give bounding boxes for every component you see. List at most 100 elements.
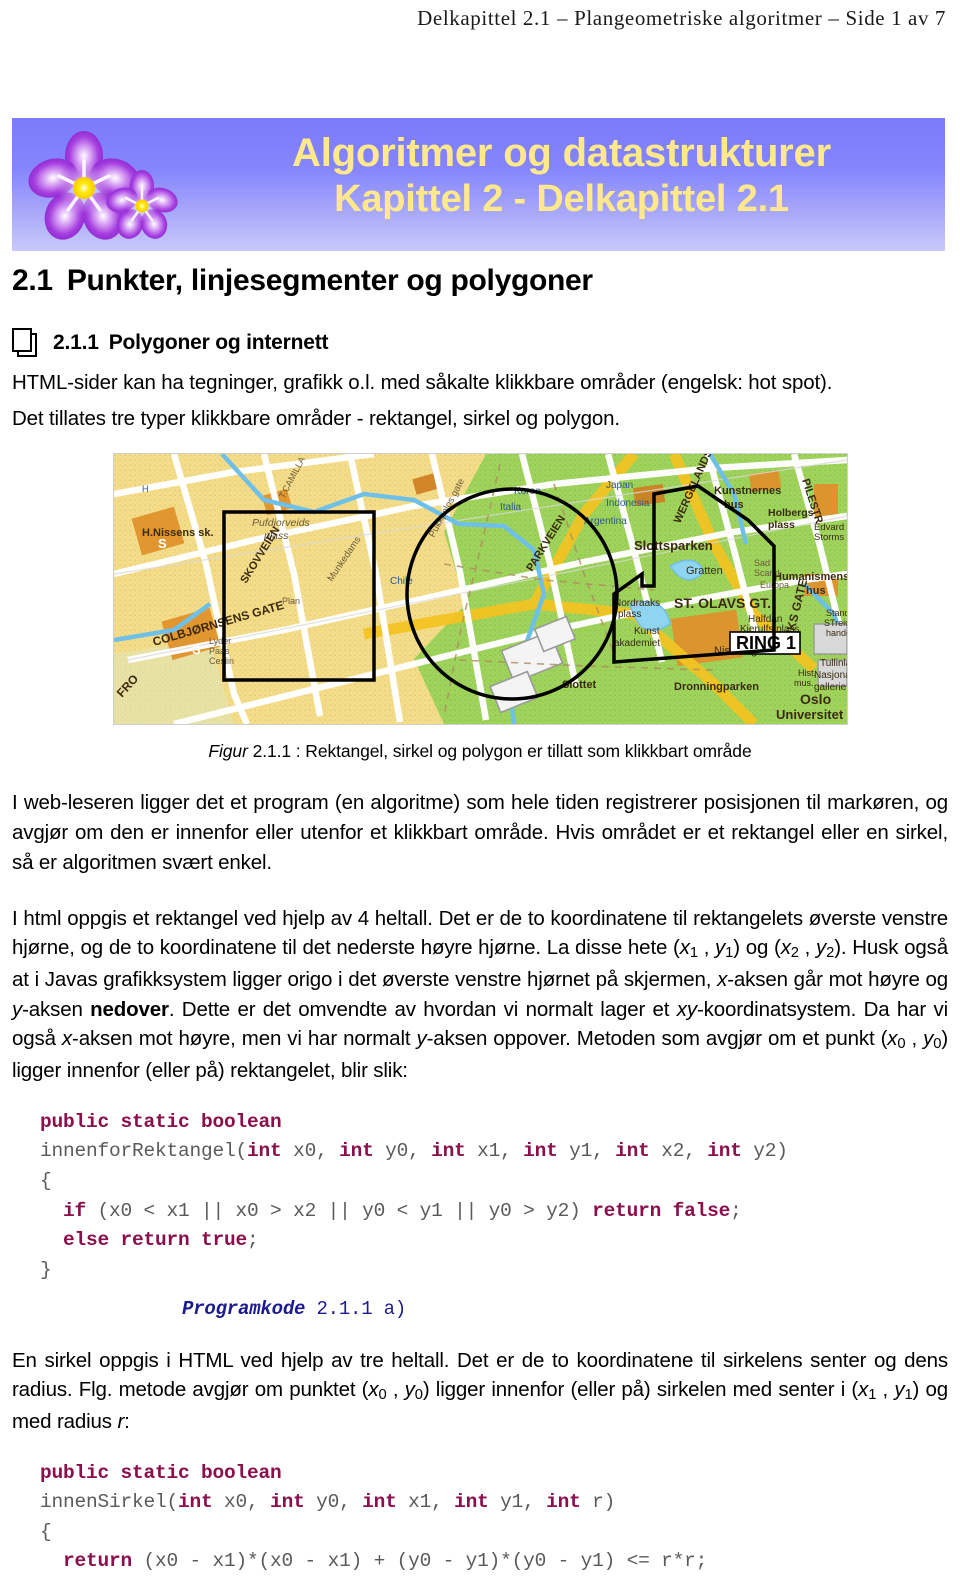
var-x1-sub: 1 (689, 945, 698, 962)
map-image: H.Nissens sk. Pufdjorveids plass T.CAMIL… (112, 453, 848, 726)
section-number: 2.1 (12, 264, 53, 297)
intro-line-2: Det tillates tre typer klikkbare områder… (12, 406, 620, 430)
svg-text:Indonesia: Indonesia (606, 498, 650, 509)
svg-text:Holbergs: Holbergs (768, 507, 814, 519)
section-heading: 2.1 Punkter, linjesegmenter og polygoner (12, 264, 948, 298)
var-y-axis-2: y (416, 1027, 427, 1051)
p3-part-b: ) ligger innenfor (eller på) sirkelen me… (422, 1378, 859, 1402)
code-caption-1: Programkode 2.1.1 a) (182, 1298, 948, 1320)
svg-text:Ceslin: Ceslin (209, 656, 234, 666)
p2-part-e: -aksen går mot høyre og (727, 967, 948, 991)
var-y0-sub-2: 0 (414, 1387, 423, 1404)
var-x-axis-2: x (61, 1027, 73, 1051)
flowers-icon (28, 131, 178, 240)
svg-text:Lyder: Lyder (209, 636, 231, 646)
figure-caption: Figur 2.1.1 : Rektangel, sirkel og polyg… (12, 741, 948, 762)
running-head: Delkapittel 2.1– Plangeometriske algoritm… (0, 0, 960, 31)
running-head-chapter: Delkapittel 2.1 (417, 6, 551, 30)
p2-sep-1: , (697, 936, 716, 960)
svg-text:H: H (142, 484, 149, 494)
p3-part-d: : (124, 1409, 130, 1433)
p2-part-g: . Dette er det omvendte av hvordan vi no… (168, 997, 677, 1021)
p2-part-i: -aksen mot høyre, men vi har normalt (72, 1027, 417, 1051)
subsection-number: 2.1.1 (53, 331, 99, 354)
var-x1: x (679, 936, 690, 960)
stacked-pages-icon (12, 328, 39, 358)
running-head-separator-2: – (828, 6, 840, 30)
svg-text:Paas: Paas (209, 646, 230, 656)
p2-part-j: -aksen oppover. Metoden som avgjør om et… (426, 1027, 888, 1051)
svg-text:Storms gt.: Storms gt. (814, 532, 847, 543)
var-x1-2: x (858, 1378, 869, 1402)
svg-text:Nasjona: Nasjona (814, 670, 847, 681)
code-caption-number-1: 2.1.1 a) (316, 1297, 407, 1320)
svg-text:Slottsparken: Slottsparken (634, 538, 713, 553)
paragraph-2: I html oppgis et rektangel ved hjelp av … (12, 904, 948, 1086)
banner-title-line-2: Kapittel 2 - Delkapittel 2.1 (334, 178, 789, 221)
svg-text:hande: hande (826, 628, 847, 638)
p2-sep-2: , (798, 936, 817, 960)
var-x2: x (780, 936, 791, 960)
p2-sep-3: , (905, 1027, 924, 1051)
svg-text:Italia: Italia (500, 502, 522, 513)
section-title-text: Punkter, linjesegmenter og polygoner (66, 264, 593, 297)
intro-line-1: HTML-sider kan ha tegninger, grafikk o.l… (12, 371, 833, 394)
var-y1-sub-2: 1 (904, 1387, 913, 1404)
running-head-subject: Plangeometriske algoritmer (574, 6, 823, 30)
svg-text:Pufdjorveids: Pufdjorveids (252, 517, 311, 529)
figure-caption-number: 2.1.1 (252, 741, 292, 762)
figure-caption-label: Figur (208, 741, 248, 762)
svg-text:plass: plass (618, 609, 641, 620)
paragraph-3: En sirkel oppgis i HTML ved hjelp av tre… (12, 1346, 948, 1437)
title-banner: Algoritmer og datastrukturer Kapittel 2 … (12, 118, 945, 251)
var-x0-1: x (887, 1027, 898, 1051)
var-y2-sub: 2 (826, 945, 835, 962)
svg-text:Tullinlakk: Tullinlakk (820, 658, 847, 669)
svg-text:ST. OLAVS GT.: ST. OLAVS GT. (674, 595, 771, 611)
svg-text:Plan: Plan (282, 596, 300, 606)
var-x0-sub-2: 0 (378, 1387, 387, 1404)
figure-2-1-1: H.Nissens sk. Pufdjorveids plass T.CAMIL… (12, 453, 948, 762)
svg-text:STreide: STreide (824, 618, 847, 628)
var-x2-sub: 2 (790, 945, 799, 962)
p3-sep-1: , (386, 1378, 405, 1402)
subsection-title-text: Polygoner og internett (108, 331, 329, 354)
emphasis-nedover: nedover (90, 997, 169, 1021)
running-head-page: Side 1 av 7 (845, 6, 946, 30)
map-graphic: H.Nissens sk. Pufdjorveids plass T.CAMIL… (113, 454, 847, 725)
svg-text:Hist.: Hist. (798, 668, 816, 678)
svg-text:Kunstnernes: Kunstnernes (714, 485, 781, 497)
var-x-axis-1: x (717, 967, 728, 991)
p3-sep-2: , (876, 1378, 895, 1402)
svg-text:Sad: Sad (754, 558, 770, 568)
code-block-innenforRektangel: public static boolean innenforRektangel(… (40, 1110, 788, 1281)
subsection-heading: 2.1.1 Polygoner og internett (12, 328, 948, 358)
svg-text:H.Nissens sk.: H.Nissens sk. (142, 527, 214, 539)
figure-caption-text: : Rektangel, sirkel og polygon er tillat… (295, 741, 752, 762)
var-y0-1: y (923, 1027, 934, 1051)
svg-text:Universitet: Universitet (776, 707, 844, 722)
var-y1: y (715, 936, 726, 960)
var-y-axis-1: y (12, 997, 23, 1021)
var-y1-sub: 1 (725, 945, 734, 962)
banner-text: Algoritmer og datastrukturer Kapittel 2 … (188, 131, 935, 221)
code-block-innenSirkel: public static boolean innenSirkel(int x0… (40, 1461, 708, 1573)
svg-text:Gratten: Gratten (686, 565, 723, 577)
svg-text:Kunst: Kunst (634, 626, 660, 637)
var-x0-2: x (368, 1378, 379, 1402)
var-y0-2: y (404, 1378, 415, 1402)
svg-text:plass: plass (768, 519, 795, 531)
var-y2: y (816, 936, 827, 960)
var-y1-2: y (894, 1378, 905, 1402)
code-caption-label-1: Programkode (182, 1297, 306, 1320)
svg-text:Oslo: Oslo (800, 691, 831, 707)
banner-title-line-1: Algoritmer og datastrukturer (292, 131, 831, 175)
subsection-heading-text: 2.1.1 Polygoner og internett (53, 331, 329, 355)
svg-text:Japan: Japan (606, 480, 633, 491)
svg-text:Stand: Stand (826, 608, 847, 618)
running-head-separator-1: – (556, 6, 569, 30)
var-xy: xy (676, 997, 697, 1021)
p2-part-f: -aksen (22, 997, 91, 1021)
svg-text:S: S (158, 536, 167, 551)
svg-text:S: S (192, 642, 201, 657)
